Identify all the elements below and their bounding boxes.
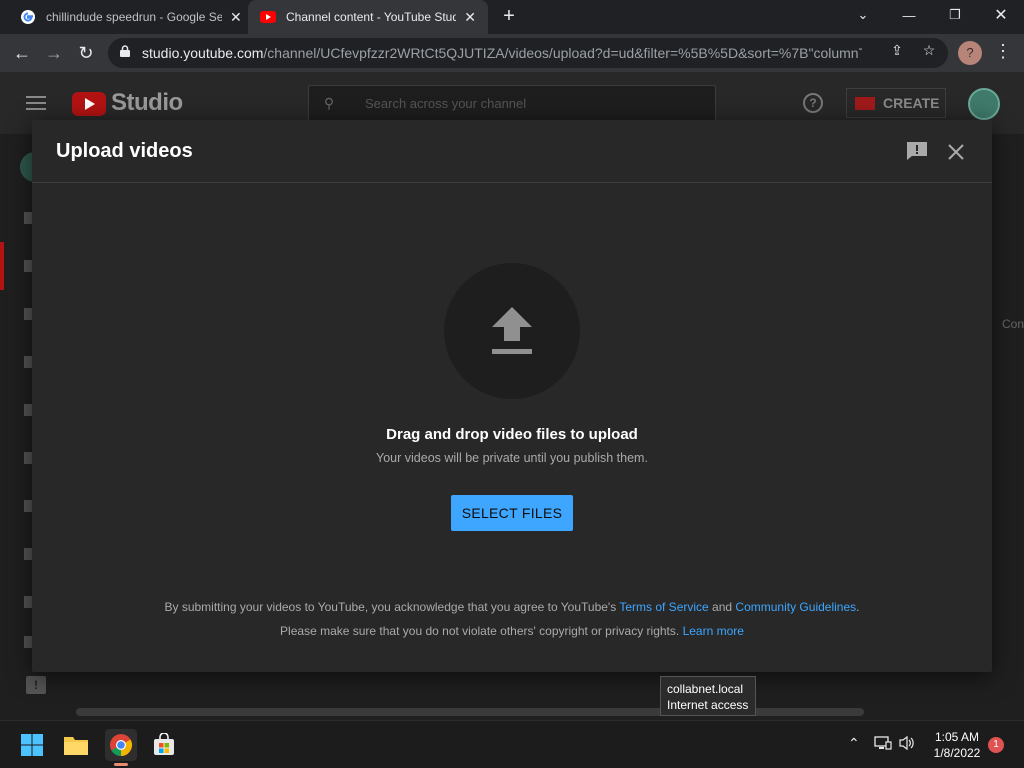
notification-badge[interactable]: 1 bbox=[988, 737, 1004, 753]
share-icon[interactable]: ⇪ bbox=[888, 41, 906, 59]
bookmark-star-icon[interactable]: ☆ bbox=[920, 41, 938, 59]
channel-avatar[interactable] bbox=[968, 88, 1000, 120]
tab-google-search[interactable]: chillindude speedrun - Google Se ✕ bbox=[8, 0, 254, 34]
channel-search-input[interactable]: ⚲ Search across your channel bbox=[308, 85, 716, 121]
youtube-icon bbox=[260, 9, 276, 25]
reload-icon[interactable]: ↻ bbox=[74, 41, 98, 65]
browser-menu-icon[interactable]: ⋮ bbox=[994, 41, 1012, 62]
upload-videos-dialog: Upload videos Drag and drop video files … bbox=[32, 120, 992, 672]
url-text: studio.youtube.com/channel/UCfevpfzzr2WR… bbox=[142, 45, 862, 61]
network-name: collabnet.local bbox=[667, 682, 744, 696]
browser-toolbar: ← → ↻ studio.youtube.com/channel/UCfevpf… bbox=[0, 34, 1024, 72]
dialog-header: Upload videos bbox=[32, 120, 992, 183]
privacy-notice: Your videos will be private until you pu… bbox=[376, 451, 648, 465]
network-tooltip: collabnet.local Internet access bbox=[660, 676, 756, 716]
address-bar[interactable]: studio.youtube.com/channel/UCfevpfzzr2WR… bbox=[108, 38, 948, 68]
select-files-button[interactable]: SELECT FILES bbox=[451, 495, 573, 531]
tab-search-chevron-icon[interactable]: ⌄ bbox=[840, 0, 886, 30]
tab-title: Channel content - YouTube Studi bbox=[286, 10, 457, 24]
search-placeholder: Search across your channel bbox=[365, 95, 527, 111]
upload-drop-zone[interactable] bbox=[444, 263, 580, 399]
help-icon[interactable]: ? bbox=[803, 93, 823, 113]
studio-wordmark: Studio bbox=[111, 89, 183, 116]
windows-taskbar: ⌃ 1:05 AM 1/8/2022 1 bbox=[0, 720, 1024, 768]
create-button[interactable]: CREATE bbox=[846, 88, 946, 118]
copyright-notice: Please make sure that you do not violate… bbox=[280, 624, 680, 638]
tab-title: chillindude speedrun - Google Se bbox=[46, 10, 222, 24]
browser-tab-strip: chillindude speedrun - Google Se ✕ Chann… bbox=[0, 0, 1024, 34]
terms-of-service-link[interactable]: Terms of Service bbox=[619, 600, 708, 614]
profile-avatar[interactable]: ? bbox=[958, 41, 982, 65]
send-feedback-icon[interactable]: ! bbox=[26, 676, 46, 694]
show-hidden-icons-chevron-icon[interactable]: ⌃ bbox=[848, 735, 860, 752]
minimize-icon[interactable]: — bbox=[886, 0, 932, 30]
lock-icon bbox=[120, 44, 132, 62]
background-column-text: Con bbox=[1002, 317, 1024, 331]
hamburger-menu-icon[interactable] bbox=[26, 96, 46, 110]
community-guidelines-link[interactable]: Community Guidelines bbox=[735, 600, 856, 614]
upload-arrow-icon bbox=[492, 307, 532, 354]
learn-more-link[interactable]: Learn more bbox=[683, 624, 744, 638]
file-explorer-icon[interactable] bbox=[60, 729, 92, 761]
youtube-logo-icon[interactable] bbox=[72, 92, 106, 116]
close-tab-icon[interactable]: ✕ bbox=[464, 9, 476, 26]
active-nav-indicator bbox=[0, 242, 4, 290]
and-text: and bbox=[712, 600, 733, 614]
dialog-title: Upload videos bbox=[56, 140, 193, 162]
search-icon: ⚲ bbox=[323, 94, 335, 111]
google-icon bbox=[20, 9, 36, 25]
microsoft-store-icon[interactable] bbox=[148, 729, 180, 761]
video-camera-icon bbox=[855, 96, 875, 110]
start-windows-icon[interactable] bbox=[16, 729, 48, 761]
active-app-indicator bbox=[114, 763, 128, 766]
network-icon[interactable] bbox=[874, 735, 892, 754]
drag-drop-heading: Drag and drop video files to upload bbox=[386, 426, 638, 443]
chrome-taskbar-icon[interactable] bbox=[105, 729, 137, 761]
back-icon[interactable]: ← bbox=[10, 41, 34, 65]
legal-text: By submitting your videos to YouTube, yo… bbox=[164, 600, 617, 614]
legal-line-1: By submitting your videos to YouTube, yo… bbox=[32, 600, 992, 614]
clock-time: 1:05 AM bbox=[934, 730, 980, 744]
close-window-icon[interactable]: ✕ bbox=[978, 0, 1024, 30]
close-icon[interactable] bbox=[944, 140, 968, 164]
create-label: CREATE bbox=[883, 95, 940, 111]
legal-line-2: Please make sure that you do not violate… bbox=[32, 624, 992, 638]
close-tab-icon[interactable]: ✕ bbox=[230, 9, 242, 26]
forward-icon[interactable]: → bbox=[42, 41, 66, 65]
feedback-icon[interactable] bbox=[906, 141, 928, 161]
taskbar-clock[interactable]: 1:05 AM 1/8/2022 bbox=[924, 729, 990, 761]
period-text: . bbox=[856, 600, 860, 614]
clock-date: 1/8/2022 bbox=[933, 746, 981, 760]
new-tab-button[interactable]: + bbox=[498, 5, 520, 27]
restore-icon[interactable]: ❐ bbox=[932, 0, 978, 30]
volume-icon[interactable] bbox=[898, 735, 916, 754]
network-status: Internet access bbox=[667, 698, 749, 712]
tab-youtube-studio[interactable]: Channel content - YouTube Studi ✕ bbox=[248, 0, 488, 34]
